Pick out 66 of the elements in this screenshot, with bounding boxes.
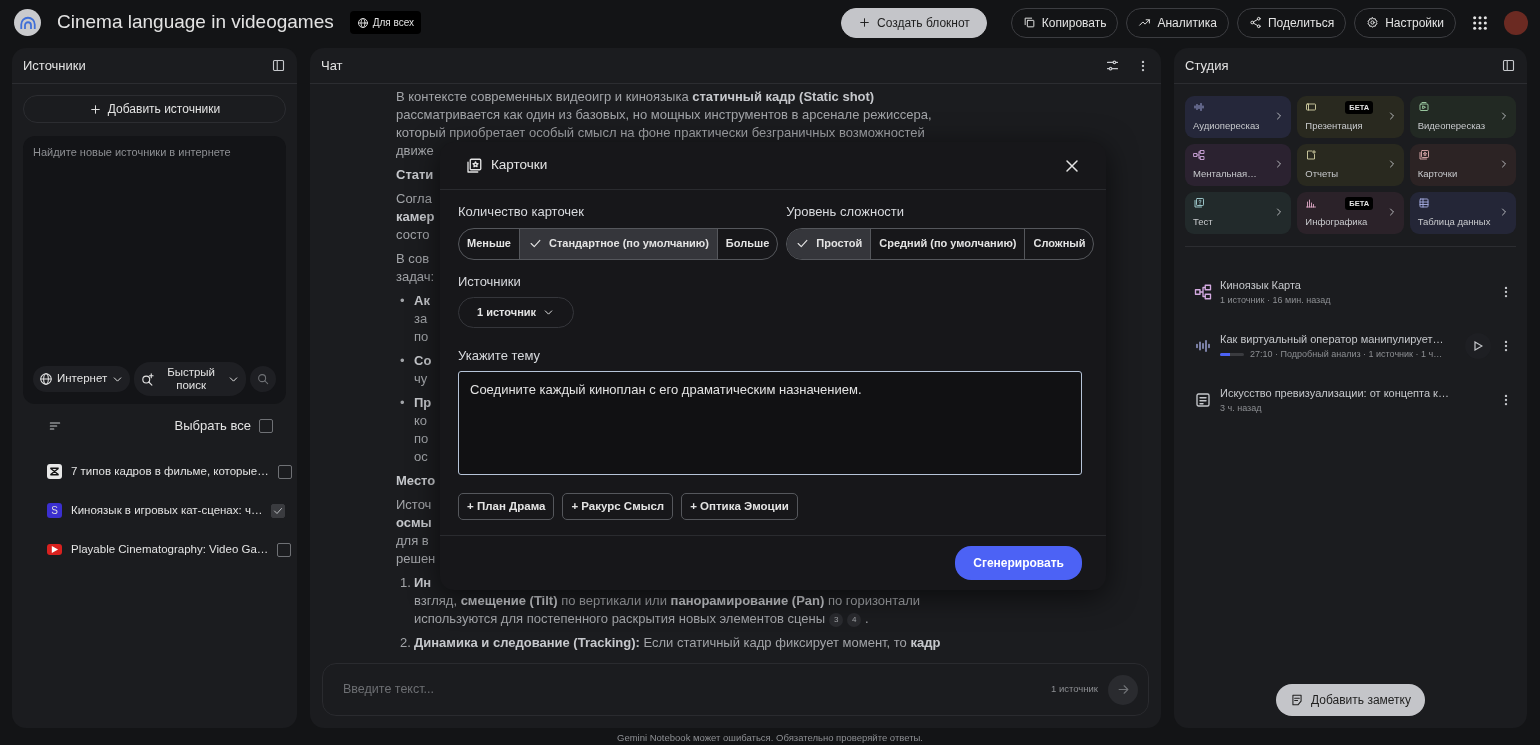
bullet-marker: • bbox=[399, 292, 406, 310]
bullet-marker: • bbox=[399, 352, 406, 370]
studio-tool-button[interactable]: Аудиопересказ bbox=[1185, 96, 1292, 138]
visibility-badge[interactable]: Для всех bbox=[349, 11, 422, 34]
generate-button[interactable]: Сгенерировать bbox=[955, 546, 1082, 580]
note-title[interactable]: Как виртуальный оператор манипулирует… bbox=[1220, 331, 1457, 348]
add-note-button[interactable]: Добавить заметку bbox=[1276, 684, 1425, 716]
studio-tool-button[interactable]: Ментальная… bbox=[1185, 144, 1292, 186]
disclaimer-text: Gemini Notebook может ошибаться. Обязательно проверяйте ответы. bbox=[616, 731, 924, 745]
citation-chip[interactable]: 3 bbox=[829, 612, 844, 627]
chat-input-box[interactable]: Введите текст... 1 источник bbox=[322, 663, 1149, 716]
chat-paragraph: В сов задач: bbox=[396, 250, 435, 286]
create-notebook-button[interactable]: Создать блокнот bbox=[841, 7, 987, 38]
list-item-text: Пр ко по ос bbox=[414, 394, 432, 466]
list-item-text: Динамика и следование (Tracking): Если статичный кадр фиксирует момент, то кадр bbox=[414, 634, 941, 652]
option-button[interactable]: Сложный bbox=[1024, 228, 1094, 259]
section-heading: Стати bbox=[396, 166, 434, 184]
option-button[interactable]: Стандартное (по умолчанию) bbox=[519, 228, 717, 259]
source-count: 1 источник bbox=[1051, 682, 1098, 697]
source-type-dropdown[interactable]: Интернет bbox=[33, 366, 131, 392]
panel-title: Студия bbox=[1185, 56, 1229, 75]
panel-title: Источники bbox=[23, 56, 86, 75]
chat-paragraph: Согла камер состо bbox=[396, 190, 435, 244]
studio-tool-button[interactable]: Таблица данных bbox=[1409, 192, 1516, 234]
note-title[interactable]: Киноязык Карта bbox=[1220, 277, 1491, 294]
list-item-text: Ин взгляд, смещение (Tilt) по вертикали или панорамирование (Pan) по горизонтали используются для постепенного раскрытия новых элементов сцены 3 4 . bbox=[414, 574, 921, 628]
citation-chip[interactable]: 4 bbox=[847, 612, 862, 627]
source-title[interactable]: Киноязык в игровых кат-сценах: ч… bbox=[71, 501, 263, 520]
note-meta: 27:10 · Подробный анализ · 1 источник · 1 ч… bbox=[1250, 347, 1443, 361]
panel-title: Чат bbox=[321, 56, 343, 75]
suggestion-chip[interactable]: + План Драма bbox=[458, 492, 555, 520]
suggestion-chip[interactable]: + Оптика Эмоции bbox=[681, 492, 798, 520]
section-heading: Место bbox=[396, 472, 436, 490]
studio-tool-button[interactable]: Отчеты bbox=[1297, 144, 1404, 186]
notebook-title: Cinema language in videogames bbox=[57, 10, 334, 35]
chat-paragraph: Источ осмы для в решен bbox=[396, 496, 436, 568]
punctuation: . bbox=[865, 611, 869, 626]
search-box[interactable]: Найдите новые источники в интернете Интернет Быстрый поиск bbox=[23, 136, 286, 404]
list-item-text: Ак за по bbox=[414, 292, 430, 346]
list-number: 2. bbox=[399, 634, 412, 652]
option-button[interactable]: Средний (по умолчанию) bbox=[870, 228, 1025, 259]
chat-input[interactable]: Введите текст... bbox=[341, 679, 1042, 700]
option-button[interactable]: Меньше bbox=[459, 228, 519, 259]
field-label: Количество карточек bbox=[458, 203, 585, 221]
note-meta: 1 источник · 16 мин. назад bbox=[1220, 293, 1331, 307]
studio-tool-button[interactable]: Видеопересказ bbox=[1409, 96, 1516, 138]
field-label: Укажите тему bbox=[458, 346, 542, 365]
bullet-marker: • bbox=[399, 394, 406, 412]
list-item-text: Со чу bbox=[414, 352, 432, 388]
list-number: 1. bbox=[399, 574, 412, 592]
studio-tool-button[interactable]: Карточки bbox=[1409, 144, 1516, 186]
note-meta: 3 ч. назад bbox=[1220, 401, 1262, 415]
source-title[interactable]: 7 типов кадров в фильме, которые… bbox=[71, 462, 269, 481]
studio-tool-button[interactable]: Тест bbox=[1185, 192, 1292, 234]
option-button[interactable]: Простой bbox=[787, 228, 871, 259]
topic-field[interactable]: Соедините каждый киноплан с его драматическим назначением. bbox=[458, 371, 1082, 475]
search-field[interactable]: Найдите новые источники в интернете bbox=[33, 144, 276, 362]
source-title[interactable]: Playable Cinematography: Video Ga… bbox=[71, 540, 269, 559]
select-all-label[interactable]: Выбрать все bbox=[174, 416, 251, 436]
source-letter-icon: S bbox=[47, 503, 62, 518]
option-button[interactable]: Больше bbox=[716, 228, 778, 259]
field-label: Уровень сложности bbox=[786, 203, 906, 221]
search-mode-dropdown[interactable]: Быстрый поиск bbox=[134, 362, 246, 396]
suggestion-chip[interactable]: + Ракурс Смысл bbox=[562, 492, 674, 520]
field-label: Источники bbox=[458, 272, 522, 291]
note-title[interactable]: Искусство превизуализации: от концепта к… bbox=[1220, 385, 1491, 402]
